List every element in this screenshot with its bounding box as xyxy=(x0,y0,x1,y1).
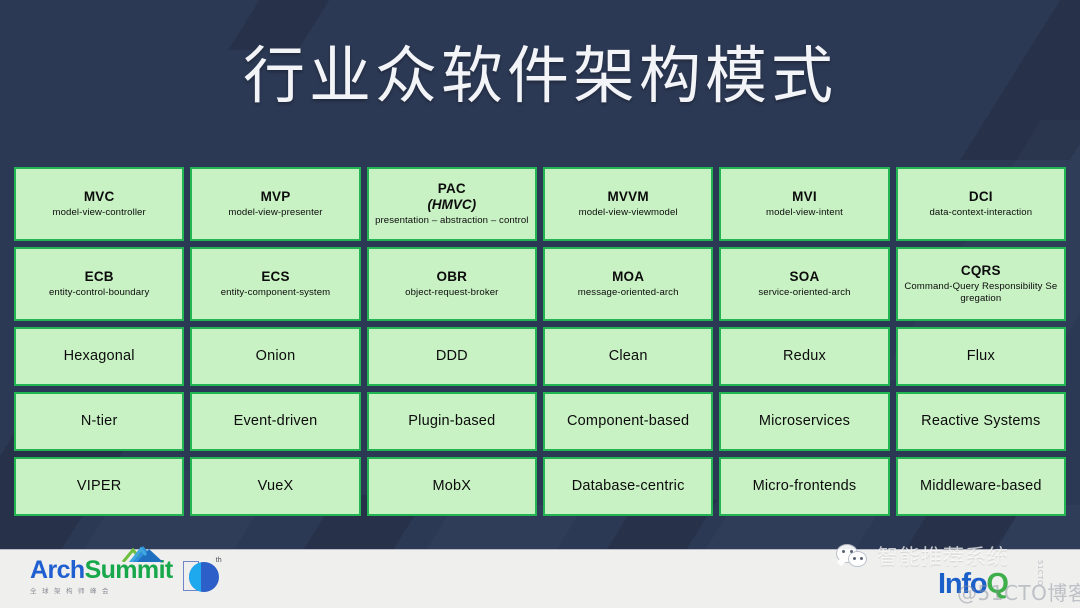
pattern-card-subtitle: object-request-broker xyxy=(405,287,499,299)
pattern-card[interactable]: N-tier xyxy=(14,392,185,451)
pattern-card-title: Component-based xyxy=(566,412,690,429)
pattern-card[interactable]: MVP model-view-presenter xyxy=(190,167,361,241)
pattern-card-subtitle: model-view-viewmodel xyxy=(578,207,678,219)
watermark-vertical-text: 51CTO xyxy=(1036,560,1044,587)
pattern-card[interactable]: Middleware-based xyxy=(895,457,1066,516)
pattern-card[interactable]: MobX xyxy=(366,457,537,516)
pattern-card-subtitle: message-oriented-arch xyxy=(577,287,679,299)
pattern-card[interactable]: Micro-frontends xyxy=(719,457,890,516)
archsummit-tagline: 全球架构师峰会 xyxy=(30,587,114,595)
pattern-card-title: Middleware-based xyxy=(919,477,1042,494)
pattern-card-title: Onion xyxy=(255,347,296,364)
pattern-card-title: MVVM xyxy=(607,189,649,205)
wechat-icon xyxy=(836,543,870,569)
pattern-card-title: MobX xyxy=(432,477,472,494)
pattern-card[interactable]: MOA message-oriented-arch xyxy=(542,247,714,321)
pattern-card-title: MVC xyxy=(83,189,115,205)
pattern-card-title: Redux xyxy=(783,347,826,364)
pattern-card[interactable]: Flux xyxy=(895,327,1066,386)
pattern-row: N-tier Event-driven Plugin-based Component-… xyxy=(14,392,1066,451)
pattern-card[interactable]: Redux xyxy=(719,327,890,386)
pattern-card-subtitle: entity-control-boundary xyxy=(48,287,150,299)
pattern-card[interactable]: OBR object-request-broker xyxy=(366,247,537,321)
pattern-card[interactable]: MVVM model-view-viewmodel xyxy=(542,167,714,241)
pattern-card-title: Event-driven xyxy=(233,412,318,429)
pattern-card-subtitle: model-view-intent xyxy=(766,207,843,219)
pattern-card[interactable]: VueX xyxy=(190,457,361,516)
pattern-card-title: Flux xyxy=(966,347,995,364)
pattern-card-title: PAC xyxy=(437,181,466,197)
wechat-promo: 智能推荐系统 xyxy=(836,541,1009,571)
pattern-card-title: MVI xyxy=(792,189,817,205)
pattern-card-title: DCI xyxy=(968,189,993,205)
badge-circle xyxy=(188,561,219,592)
pattern-card-title: Hexagonal xyxy=(63,347,135,364)
pattern-grid: MVC model-view-controller MVP model-view-pr… xyxy=(14,167,1066,516)
pattern-card[interactable]: Event-driven xyxy=(190,392,361,451)
pattern-card-title: OBR xyxy=(436,269,468,285)
pattern-card-title: Clean xyxy=(608,347,648,364)
pattern-card-title: N-tier xyxy=(80,412,118,429)
pattern-card-title: VueX xyxy=(257,477,294,494)
pattern-card-title: MOA xyxy=(612,269,645,285)
pattern-card-title: VIPER xyxy=(76,477,122,494)
pattern-card[interactable]: Reactive Systems xyxy=(895,392,1066,451)
pattern-card-alt-name: (HMVC) xyxy=(427,197,477,213)
pattern-row: ECB entity-control-boundary ECS entity-comp… xyxy=(14,247,1066,321)
pattern-card-subtitle: service-oriented-arch xyxy=(758,287,851,299)
pattern-card-title: ECB xyxy=(84,269,114,285)
archsummit-wordmark-block: ArchSummit 全球架构师峰会 xyxy=(30,546,173,595)
pattern-card[interactable]: Clean xyxy=(542,327,714,386)
pattern-card-title: MVP xyxy=(260,189,291,205)
pattern-card-subtitle: entity-component-system xyxy=(220,287,331,299)
wechat-promo-label: 智能推荐系统 xyxy=(877,545,1009,569)
pattern-card[interactable]: ECS entity-component-system xyxy=(190,247,361,321)
pattern-card[interactable]: CQRS Command-Query Responsibility Segrega… xyxy=(895,247,1066,321)
wechat-bubble-small xyxy=(848,550,867,567)
pattern-card-title: Plugin-based xyxy=(408,412,496,429)
mountain-icon xyxy=(121,546,163,562)
pattern-row: MVC model-view-controller MVP model-view-pr… xyxy=(14,167,1066,241)
pattern-card[interactable]: Onion xyxy=(190,327,361,386)
watermark-text: @51CTO博客 xyxy=(957,581,1080,605)
pattern-card-subtitle: model-view-presenter xyxy=(228,207,323,219)
pattern-card[interactable]: MVC model-view-controller xyxy=(14,167,185,241)
pattern-card-subtitle: presentation – abstraction – control xyxy=(375,215,529,227)
pattern-card-subtitle: data-context-interaction xyxy=(929,207,1033,219)
pattern-card[interactable]: Component-based xyxy=(542,392,714,451)
pattern-row: VIPER VueX MobX Database-centric Micro-front… xyxy=(14,457,1066,516)
pattern-card[interactable]: PAC (HMVC) presentation – abstraction – co… xyxy=(366,167,537,241)
pattern-card-title: Reactive Systems xyxy=(921,412,1041,429)
pattern-card[interactable]: MVI model-view-intent xyxy=(719,167,890,241)
pattern-card-title: SOA xyxy=(789,269,820,285)
pattern-card[interactable]: Database-centric xyxy=(542,457,714,516)
pattern-row: Hexagonal Onion DDD Clean Redux Flux xyxy=(14,327,1066,386)
pattern-card-title: ECS xyxy=(261,269,290,285)
page-title: 行业众软件架构模式 xyxy=(242,39,837,112)
pattern-card-title: DDD xyxy=(435,347,468,364)
pattern-card[interactable]: SOA service-oriented-arch xyxy=(719,247,890,321)
pattern-card[interactable]: VIPER xyxy=(14,457,185,516)
pattern-card-title: Micro-frontends xyxy=(752,477,857,494)
archsummit-anniversary-badge: th xyxy=(182,556,222,595)
pattern-card-title: Microservices xyxy=(758,412,851,429)
pattern-card[interactable]: Hexagonal xyxy=(14,327,185,386)
pattern-card-title: CQRS xyxy=(960,263,1001,279)
pattern-card-subtitle: model-view-controller xyxy=(52,207,146,219)
archsummit-word-arch: Arch xyxy=(30,556,85,584)
archsummit-wordmark: ArchSummit xyxy=(30,546,173,584)
pattern-card[interactable]: Plugin-based xyxy=(366,392,537,451)
badge-suffix: th xyxy=(215,556,222,564)
slide-canvas: 行业众软件架构模式 MVC model-view-controller MVP mod… xyxy=(0,0,1080,608)
pattern-card-title: Database-centric xyxy=(571,477,685,494)
title-bar: 行业众软件架构模式 xyxy=(0,0,1080,152)
pattern-card[interactable]: ECB entity-control-boundary xyxy=(14,247,185,321)
pattern-card[interactable]: Microservices xyxy=(719,392,890,451)
pattern-card[interactable]: DCI data-context-interaction xyxy=(895,167,1066,241)
pattern-card[interactable]: DDD xyxy=(366,327,537,386)
archsummit-logo: ArchSummit 全球架构师峰会 th xyxy=(30,546,222,595)
pattern-card-subtitle: Command-Query Responsibility Segregation xyxy=(904,281,1058,304)
